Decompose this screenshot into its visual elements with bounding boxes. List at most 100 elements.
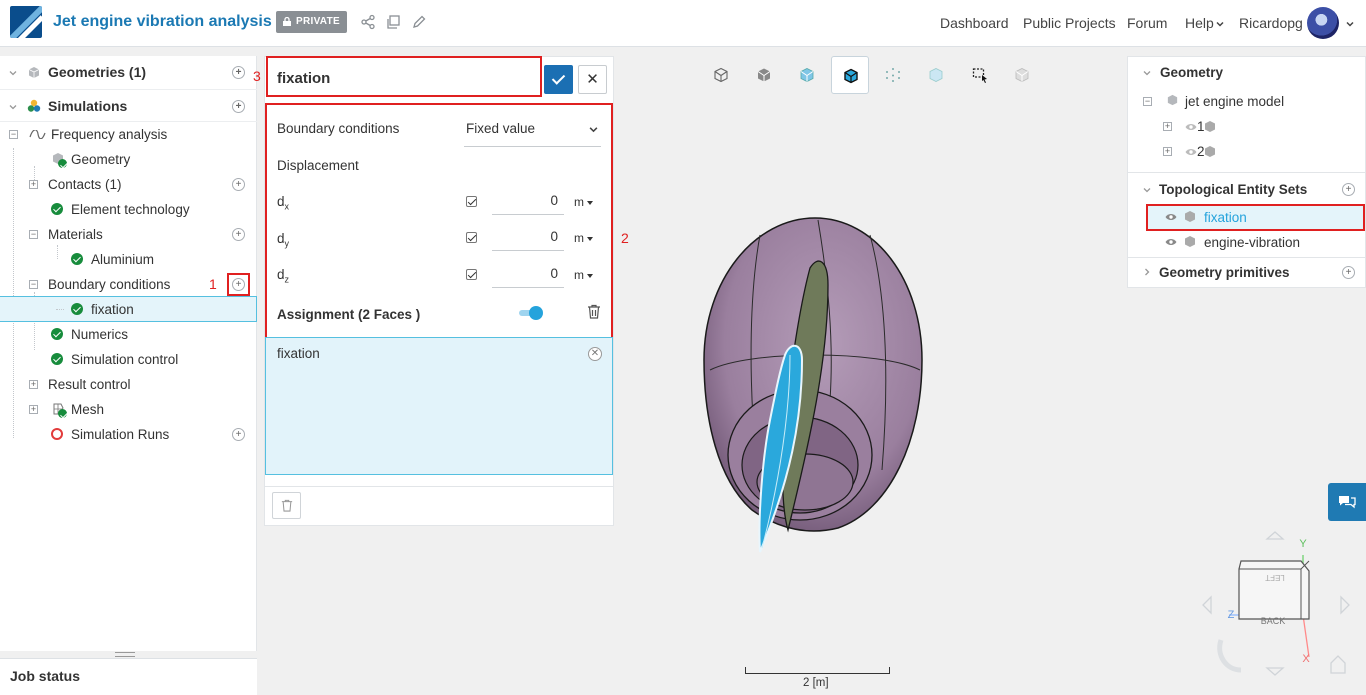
boundary-type-select[interactable]: Fixed value [464, 121, 601, 147]
tree-contacts[interactable]: + Contacts (1) + [0, 172, 257, 197]
confirm-button[interactable] [544, 65, 573, 94]
expand-icon[interactable]: + [1163, 122, 1172, 131]
part-1-label[interactable]: 1 [1197, 119, 1205, 134]
nav-dashboard[interactable]: Dashboard [940, 15, 1009, 31]
dz-input[interactable]: 0 [492, 262, 564, 288]
view-surfaces-button[interactable] [788, 56, 826, 94]
tree-materials[interactable]: − Materials + [0, 222, 257, 247]
delete-button[interactable] [272, 492, 301, 519]
expand-icon[interactable]: + [29, 380, 38, 389]
add-entity-set-button[interactable]: + [1342, 183, 1355, 196]
edit-pencil-icon[interactable] [411, 14, 427, 30]
eye-icon[interactable] [1165, 213, 1177, 221]
tree-element-technology[interactable]: Element technology [0, 197, 257, 222]
collapse-icon[interactable]: − [29, 280, 38, 289]
username[interactable]: Ricardopg [1239, 15, 1303, 31]
chevron-right-icon[interactable] [1143, 268, 1151, 276]
expand-icon[interactable]: + [29, 180, 38, 189]
view-navigation-cube[interactable]: BACK LEFT Y Z X [1193, 525, 1363, 690]
chevron-down-icon[interactable] [1346, 20, 1354, 28]
collapse-icon[interactable]: − [1143, 97, 1152, 106]
add-material-button[interactable]: + [232, 228, 245, 241]
dz-unit-select[interactable]: m [574, 268, 593, 282]
project-title[interactable]: Jet engine vibration analysis [53, 13, 272, 31]
panel-resize-handle[interactable] [115, 652, 135, 657]
jet-engine-3d-model[interactable] [690, 210, 940, 560]
tree-simulations[interactable]: Simulations + [0, 94, 257, 119]
dx-input[interactable]: 0 [492, 189, 564, 215]
add-simulation-button[interactable]: + [232, 100, 245, 113]
share-icon[interactable] [360, 14, 376, 30]
chat-support-button[interactable] [1328, 483, 1366, 521]
remove-assignment-icon[interactable]: ✕ [588, 347, 602, 361]
tree-fixation[interactable]: fixation [0, 296, 257, 322]
tree-numerics[interactable]: Numerics [0, 322, 257, 347]
tree-geometries[interactable]: Geometries (1) + [0, 60, 257, 85]
dy-unit-select[interactable]: m [574, 231, 593, 245]
result-control-label: Result control [48, 377, 131, 392]
cube-left-label[interactable]: LEFT [1265, 573, 1285, 582]
eye-icon[interactable] [1185, 148, 1197, 156]
add-contact-button[interactable]: + [232, 178, 245, 191]
view-transparent-button[interactable] [917, 56, 955, 94]
topological-sets-title[interactable]: Topological Entity Sets [1159, 182, 1307, 197]
entity-set-engine-vibration[interactable]: engine-vibration [1204, 235, 1300, 250]
geometry-section-title[interactable]: Geometry [1160, 65, 1223, 80]
simscale-logo-icon[interactable] [10, 6, 42, 38]
tree-geometry[interactable]: Geometry [0, 147, 257, 172]
job-status-panel[interactable]: Job status [0, 658, 257, 695]
expand-icon[interactable]: + [1163, 147, 1172, 156]
avatar[interactable] [1307, 7, 1339, 39]
tree-result-control[interactable]: + Result control [0, 372, 257, 397]
collapse-icon[interactable]: − [9, 130, 18, 139]
expand-icon[interactable]: + [29, 405, 38, 414]
geometry-primitives-title[interactable]: Geometry primitives [1159, 265, 1290, 280]
tree-frequency-analysis[interactable]: − Frequency analysis [0, 122, 257, 147]
entity-set-fixation[interactable]: fixation [1204, 210, 1247, 225]
copy-icon[interactable] [385, 14, 401, 30]
eye-icon[interactable] [1185, 123, 1197, 131]
view-solid-button[interactable] [745, 56, 783, 94]
dy-input[interactable]: 0 [492, 225, 564, 251]
frequency-wave-icon [29, 130, 46, 139]
chevron-down-icon[interactable] [1143, 69, 1151, 77]
chevron-down-icon[interactable] [1143, 186, 1151, 194]
add-primitive-button[interactable]: + [1342, 266, 1355, 279]
assigned-entity-item[interactable]: fixation [267, 338, 611, 370]
nav-help[interactable]: Help [1185, 15, 1214, 31]
assignment-toggle[interactable] [519, 306, 545, 320]
dz-checkbox[interactable] [466, 269, 477, 280]
collapse-icon[interactable]: − [29, 230, 38, 239]
trash-icon[interactable] [587, 304, 601, 319]
tree-boundary-conditions[interactable]: − Boundary conditions 1 + [0, 272, 257, 297]
dy-label: dy [277, 231, 290, 249]
chevron-down-icon[interactable] [9, 103, 17, 111]
add-boundary-condition-button[interactable]: + [232, 278, 245, 291]
chevron-down-icon[interactable] [9, 69, 17, 77]
tree-aluminium[interactable]: Aluminium [0, 247, 257, 272]
add-simulation-run-button[interactable]: + [232, 428, 245, 441]
view-iso-button[interactable] [702, 56, 740, 94]
tree-mesh[interactable]: + Mesh [0, 397, 257, 422]
tree-simulation-control[interactable]: Simulation control [0, 347, 257, 372]
part-2-label[interactable]: 2 [1197, 144, 1205, 159]
tree-simulation-runs[interactable]: Simulation Runs + [0, 422, 257, 447]
dy-checkbox[interactable] [466, 232, 477, 243]
close-button[interactable]: ✕ [578, 65, 607, 94]
model-name[interactable]: jet engine model [1185, 94, 1284, 109]
hide-selection-button[interactable] [1003, 56, 1041, 94]
add-geometry-button[interactable]: + [232, 66, 245, 79]
view-points-button[interactable] [874, 56, 912, 94]
nav-forum[interactable]: Forum [1127, 15, 1167, 31]
dx-checkbox[interactable] [466, 196, 477, 207]
boundary-conditions-field-label: Boundary conditions [277, 121, 400, 136]
dx-unit-select[interactable]: m [574, 195, 593, 209]
bc-name-field[interactable]: fixation [266, 56, 542, 97]
entity-set-fixation-row[interactable] [1146, 204, 1365, 231]
eye-icon[interactable] [1165, 238, 1177, 246]
cube-back-label[interactable]: BACK [1261, 616, 1286, 626]
box-select-button[interactable] [960, 56, 998, 94]
nav-public-projects[interactable]: Public Projects [1023, 15, 1116, 31]
view-surfaces-edges-button[interactable] [831, 56, 869, 94]
transparent-cube-icon [929, 68, 943, 82]
